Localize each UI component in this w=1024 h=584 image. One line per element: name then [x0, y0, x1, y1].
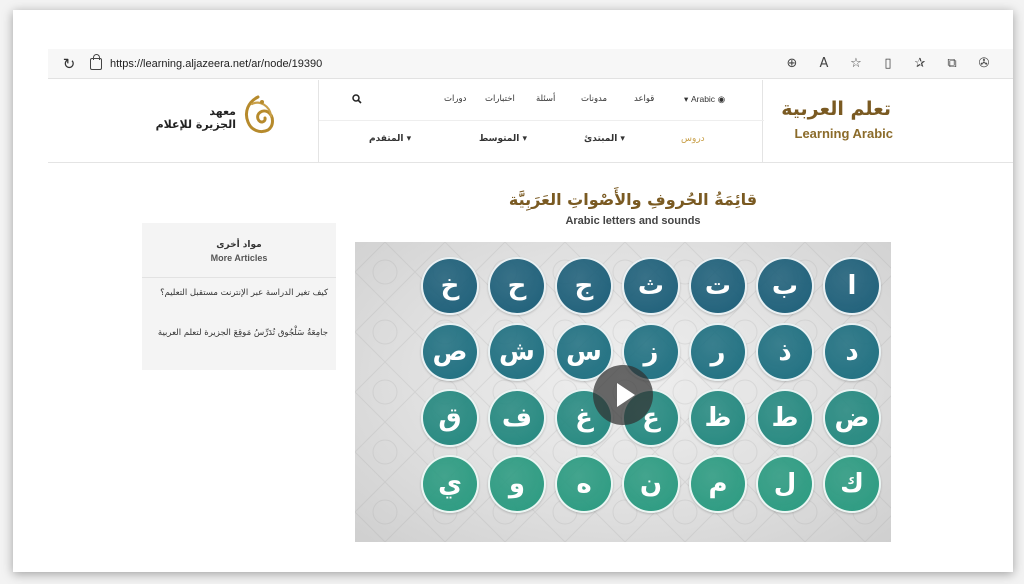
nav-lessons[interactable]: دروس — [681, 134, 705, 144]
nav-questions[interactable]: أسئلة — [536, 94, 555, 104]
more-articles-sidebar: مواد أخرى More Articles كيف تغير الدراسة… — [142, 223, 336, 370]
logo-line2: الجزيرة للإعلام — [155, 118, 236, 131]
sidebar-title-ar: مواد أخرى — [216, 240, 262, 250]
zoom-icon[interactable]: ⊕ — [783, 56, 801, 71]
letter-circle: ك — [823, 455, 881, 513]
lock-icon — [90, 53, 102, 70]
letter-circle: ح — [488, 257, 546, 315]
nav-intermediate[interactable]: المتوسط ▾ — [479, 134, 527, 144]
letter-circle: ض — [823, 389, 881, 447]
nav-advanced[interactable]: المتقدم ▾ — [369, 134, 411, 144]
sidebar-title-en: More Articles — [210, 253, 268, 263]
letter-circle: ق — [421, 389, 479, 447]
video-player[interactable]: ابتثجحخدذرزسشصضطظعغفقكلمنهوي — [355, 242, 891, 542]
search-icon[interactable] — [352, 94, 362, 107]
letter-circle: ي — [421, 455, 479, 513]
brand-logo[interactable]: تعلم العربية Learning Arabic — [763, 80, 1013, 163]
page-title-ar: قائِمَةُ الحُروفِ والأَصْواتِ العَرَبِيَ… — [508, 190, 758, 209]
letter-circle: ذ — [756, 323, 814, 381]
letter-circle: ه — [555, 455, 613, 513]
letter-circle: م — [689, 455, 747, 513]
letter-circle: ر — [689, 323, 747, 381]
favorites-icon[interactable]: ✰ — [911, 56, 929, 71]
nav-beginner[interactable]: المبتدئ ▾ — [584, 134, 625, 144]
page-title-en: Arabic letters and sounds — [565, 215, 701, 227]
url-text[interactable]: https://learning.aljazeera.net/ar/node/1… — [110, 58, 322, 70]
letter-circle: ت — [689, 257, 747, 315]
letter-circle: ش — [488, 323, 546, 381]
letter-circle: د — [823, 323, 881, 381]
language-selector[interactable]: ▾ Arabic ◉ — [684, 94, 725, 105]
brand-title-en: Learning Arabic — [794, 126, 893, 141]
letter-circle: ج — [555, 257, 613, 315]
letter-circle: ظ — [689, 389, 747, 447]
address-bar[interactable]: https://learning.aljazeera.net/ar/node/1… — [90, 53, 780, 75]
letter-circle: ب — [756, 257, 814, 315]
play-icon[interactable] — [593, 365, 653, 425]
chevron-down-icon: ▾ — [684, 95, 691, 105]
favorite-star-icon[interactable]: ☆ — [847, 56, 865, 71]
split-screen-icon[interactable]: ▯ — [879, 56, 897, 71]
letter-circle: خ — [421, 257, 479, 315]
read-aloud-icon[interactable]: A — [815, 56, 833, 71]
language-label: Arabic — [690, 94, 716, 104]
nav-tests[interactable]: اختبارات — [485, 94, 515, 104]
sidebar-article-link[interactable]: جامِعَةُ سَلْجُوق تُدَرِّسُ مَوقِعَ الجز… — [152, 327, 328, 340]
letter-circle: ن — [622, 455, 680, 513]
globe-icon: ◉ — [715, 95, 726, 105]
nav-grammar[interactable]: قواعد — [634, 94, 654, 104]
letter-circle: ث — [622, 257, 680, 315]
letter-circle: ا — [823, 257, 881, 315]
reload-icon[interactable]: ↻ — [58, 55, 80, 73]
nav-blogs[interactable]: مدونات — [581, 94, 607, 104]
letter-circle: ص — [421, 323, 479, 381]
letter-circle: و — [488, 455, 546, 513]
aljazeera-emblem-icon — [244, 95, 274, 134]
sidebar-header: مواد أخرى More Articles — [142, 223, 336, 278]
letter-circle: ف — [488, 389, 546, 447]
browser-toolbar: ↻ https://learning.aljazeera.net/ar/node… — [48, 49, 1013, 79]
logo-text: معهد الجزيرة للإعلام — [156, 105, 236, 131]
nav-courses[interactable]: دورات — [444, 94, 466, 104]
letter-circle: ل — [756, 455, 814, 513]
main-navigation: دورات اختبارات أسئلة مدونات قواعد ▾ Arab… — [318, 80, 764, 163]
site-header: معهد الجزيرة للإعلام دورات اختبارات أسئل… — [48, 80, 1013, 163]
extensions-icon[interactable]: ✇ — [975, 56, 993, 71]
sidebar-article-link[interactable]: كيف تغير الدراسة عبر الإنترنت مستقبل الت… — [152, 287, 328, 300]
logo-line1: معهد — [209, 105, 236, 118]
browser-window: ↻ https://learning.aljazeera.net/ar/node… — [13, 10, 1013, 572]
collections-icon[interactable]: ⧉ — [943, 56, 961, 71]
letter-circle: ط — [756, 389, 814, 447]
aljazeera-institute-logo[interactable]: معهد الجزيرة للإعلام — [148, 92, 278, 142]
brand-title-ar: تعلم العربية — [781, 98, 891, 120]
